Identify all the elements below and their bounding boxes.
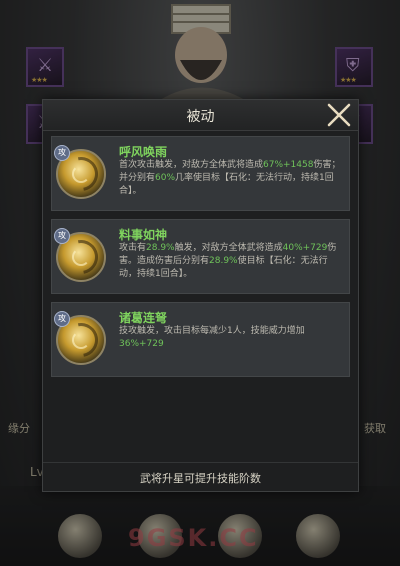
skill-description: 技攻触发，攻击目标每减少1人，技能威力增加36%+729 [119, 326, 305, 349]
skill-name: 呼风唤雨 [119, 145, 168, 159]
skill-card-1[interactable]: 攻 呼风唤雨 首次攻击触发，对敌方全体武将造成67%+1458伤害；并分别有60… [51, 136, 350, 211]
star-upgrade-note: 武将升星可提升技能阶数 [140, 472, 261, 485]
close-icon [327, 103, 351, 127]
skill-name: 料事如神 [119, 228, 168, 242]
passive-skills-modal: 被动 攻 呼风唤雨 首次攻击触发，对敌方全体武将造成67%+1458伤害；并分别… [42, 99, 359, 492]
skill-type-badge: 攻 [54, 311, 70, 327]
skill-description: 首次攻击触发，对敌方全体武将造成67%+1458伤害；并分别有60%几率使目标【… [119, 160, 341, 196]
modal-header: 被动 [43, 100, 358, 131]
skill-name: 诸葛连弩 [119, 311, 168, 325]
skill-card-2[interactable]: 攻 料事如神 攻击有28.9%触发，对敌方全体武将造成40%+729伤害。造成伤… [51, 219, 350, 294]
footer-divider [43, 462, 358, 463]
skill-card-3[interactable]: 攻 诸葛连弩 技攻触发，攻击目标每减少1人，技能威力增加36%+729 [51, 302, 350, 377]
skill-type-badge: 攻 [54, 145, 70, 161]
modal-title: 被动 [186, 109, 215, 125]
close-button[interactable] [326, 102, 352, 128]
skill-description: 攻击有28.9%触发，对敌方全体武将造成40%+729伤害。造成伤害后分别有28… [119, 243, 337, 279]
skill-type-badge: 攻 [54, 228, 70, 244]
